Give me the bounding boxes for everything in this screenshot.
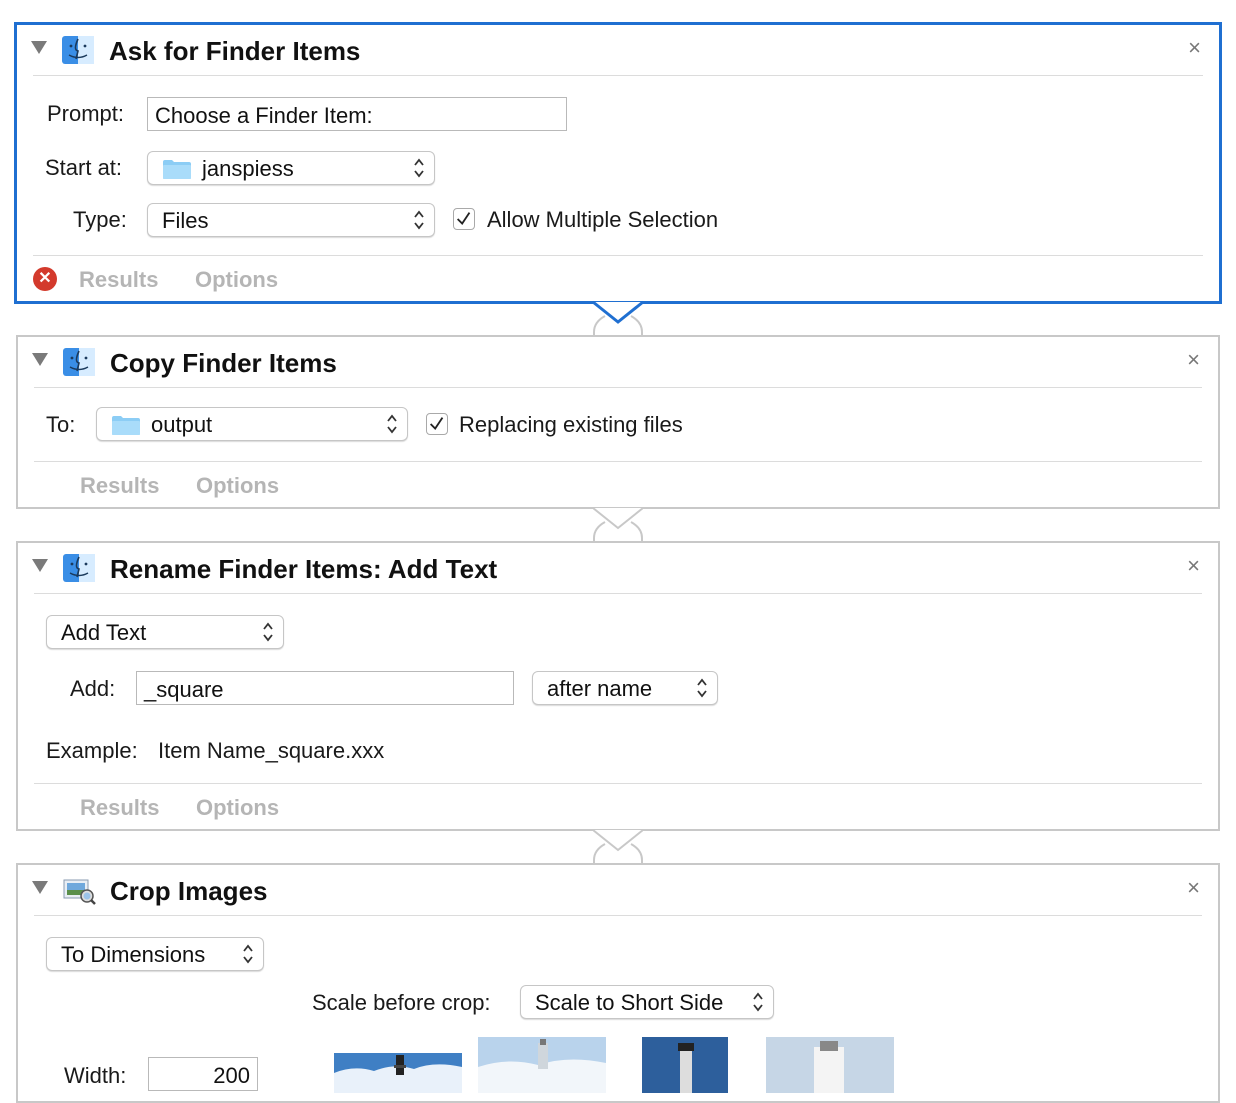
chevron-updown-icon [243, 944, 253, 964]
action-title: Rename Finder Items: Add Text [110, 554, 498, 584]
flow-connector [593, 507, 643, 544]
start-at-value: janspiess [202, 156, 294, 181]
replacing-checkbox[interactable] [426, 413, 448, 435]
to-label: To: [46, 412, 76, 437]
divider [33, 75, 1203, 76]
start-at-label: Start at: [45, 155, 123, 180]
finder-icon [63, 348, 95, 376]
preview-thumbnail [642, 1037, 728, 1093]
chevron-updown-icon [414, 210, 424, 230]
width-field[interactable]: 200 [148, 1057, 258, 1091]
action-copy-finder-items[interactable]: Copy Finder Items × To: output Replacing… [16, 335, 1220, 509]
preview-app-icon [63, 879, 96, 905]
finder-icon [62, 36, 94, 64]
close-icon[interactable]: × [1187, 349, 1200, 371]
action-title: Ask for Finder Items [109, 36, 361, 66]
rename-mode-value: Add Text [61, 620, 147, 645]
checkmark-icon [456, 212, 471, 225]
prompt-field[interactable]: Choose a Finder Item: [147, 97, 567, 131]
action-ask-for-finder-items[interactable]: Ask for Finder Items × Prompt: Choose a … [14, 22, 1222, 304]
to-popup[interactable]: output [96, 407, 408, 441]
flow-connector [593, 829, 643, 866]
preview-thumbnail [478, 1037, 606, 1093]
position-value: after name [547, 676, 653, 701]
preview-thumbnail [766, 1037, 894, 1093]
type-popup[interactable]: Files [147, 203, 435, 237]
position-popup[interactable]: after name [532, 671, 718, 705]
results-tab[interactable]: Results [80, 473, 159, 499]
rename-mode-popup[interactable]: Add Text [46, 615, 284, 649]
scale-value: Scale to Short Side [535, 990, 724, 1015]
width-label: Width: [64, 1063, 127, 1088]
folder-icon [112, 416, 140, 435]
finder-icon [63, 554, 95, 582]
close-icon[interactable]: × [1188, 37, 1201, 59]
to-value: output [151, 412, 213, 437]
action-crop-images[interactable]: Crop Images × To Dimensions Scale before… [16, 863, 1220, 1103]
chevron-updown-icon [753, 992, 763, 1012]
add-text-field[interactable]: _square [136, 671, 514, 705]
options-tab[interactable]: Options [196, 795, 279, 821]
chevron-updown-icon [387, 414, 397, 434]
close-icon[interactable]: × [1187, 555, 1200, 577]
crop-mode-popup[interactable]: To Dimensions [46, 937, 264, 971]
chevron-updown-icon [263, 622, 273, 642]
folder-icon [163, 160, 191, 179]
divider [34, 387, 1202, 388]
options-tab[interactable]: Options [196, 473, 279, 499]
close-icon[interactable]: × [1187, 877, 1200, 899]
divider [34, 461, 1202, 462]
chevron-updown-icon [697, 678, 707, 698]
disclosure-triangle-icon[interactable] [32, 559, 48, 572]
start-at-popup[interactable]: janspiess [147, 151, 435, 185]
error-x-icon[interactable]: ✕ [33, 267, 57, 291]
disclosure-triangle-icon[interactable] [32, 881, 48, 894]
action-rename-finder-items[interactable]: Rename Finder Items: Add Text × Add Text… [16, 541, 1220, 831]
divider [33, 255, 1203, 256]
allow-multiple-label[interactable]: Allow Multiple Selection [487, 207, 718, 233]
replacing-label[interactable]: Replacing existing files [459, 412, 683, 438]
disclosure-triangle-icon[interactable] [31, 41, 47, 54]
example-value: Item Name_square.xxx [158, 738, 385, 763]
prompt-label: Prompt: [47, 101, 125, 126]
type-label: Type: [73, 207, 127, 232]
action-title: Copy Finder Items [110, 348, 337, 378]
scale-popup[interactable]: Scale to Short Side [520, 985, 774, 1019]
checkmark-icon [429, 417, 444, 430]
disclosure-triangle-icon[interactable] [32, 353, 48, 366]
crop-mode-value: To Dimensions [61, 942, 206, 967]
flow-connector [593, 300, 643, 338]
allow-multiple-checkbox[interactable] [453, 208, 475, 230]
type-value: Files [162, 208, 209, 233]
action-title: Crop Images [110, 876, 268, 906]
example-label: Example: [46, 738, 138, 763]
preview-thumbnail [334, 1053, 462, 1093]
scale-before-crop-label: Scale before crop: [312, 990, 491, 1015]
results-tab[interactable]: Results [79, 267, 158, 293]
chevron-updown-icon [414, 158, 424, 178]
options-tab[interactable]: Options [195, 267, 278, 293]
divider [34, 915, 1202, 916]
divider [34, 593, 1202, 594]
divider [34, 783, 1202, 784]
results-tab[interactable]: Results [80, 795, 159, 821]
add-label: Add: [70, 676, 116, 701]
